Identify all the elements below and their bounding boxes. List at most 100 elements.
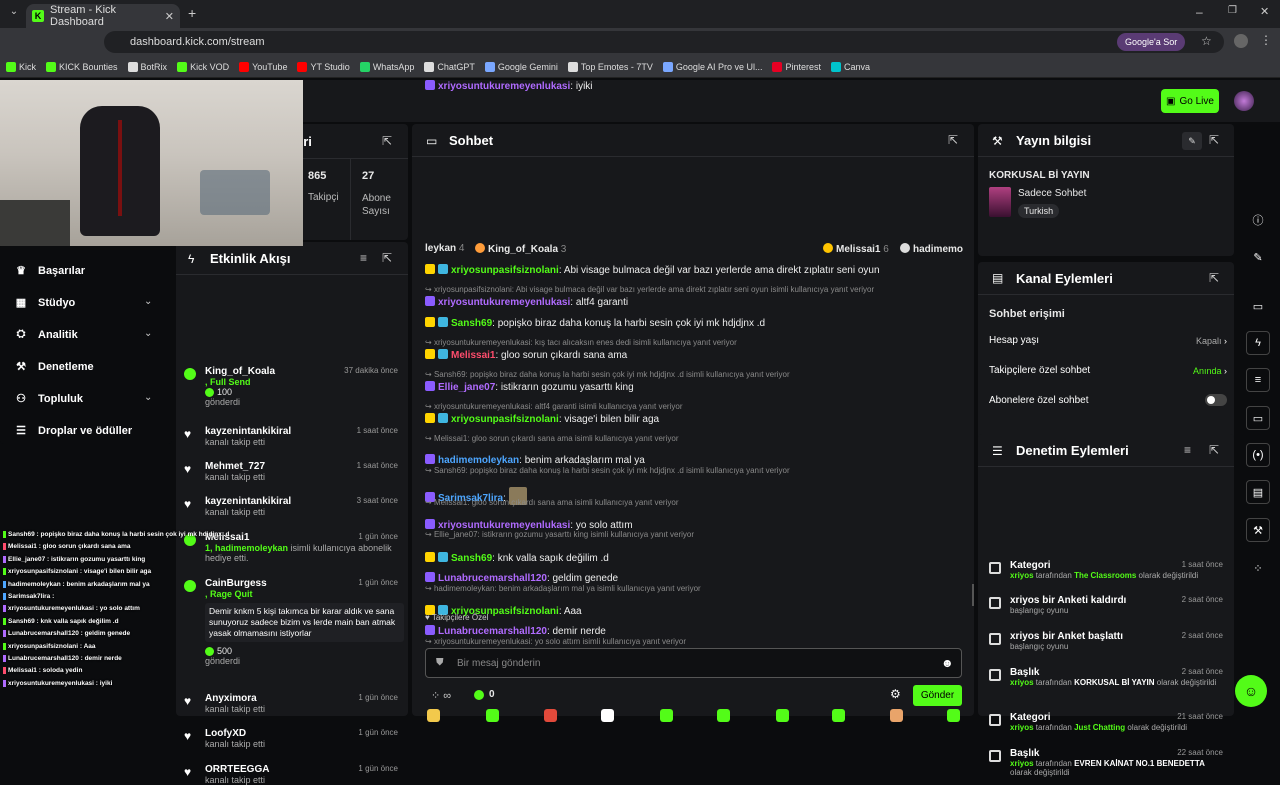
- go-live-button[interactable]: ▣ Go Live: [1161, 89, 1219, 113]
- bookmark-item[interactable]: Canva: [831, 61, 870, 72]
- wrench-icon[interactable]: ⚒: [1246, 518, 1270, 542]
- bookmark-item[interactable]: YT Studio: [297, 61, 350, 72]
- chat-input[interactable]: ⛊ Bir mesaj gönderin ☻: [425, 648, 962, 678]
- emote-icon[interactable]: [717, 709, 730, 722]
- chat-message[interactable]: xriyosuntukuremeyenlukasi: altf4 garanti: [425, 296, 960, 308]
- url-field[interactable]: dashboard.kick.com/stream: [104, 31, 1224, 53]
- profile-icon[interactable]: [1234, 34, 1248, 48]
- list-icon[interactable]: ≡: [1246, 368, 1270, 392]
- expand-icon[interactable]: ⇱: [1209, 271, 1219, 285]
- emote-icon[interactable]: [544, 709, 557, 722]
- expand-icon[interactable]: ⇱: [948, 133, 958, 147]
- chat-username[interactable]: Sansh69: [451, 553, 492, 564]
- chat-username[interactable]: Ellie_jane07: [438, 382, 495, 393]
- bookmark-star-icon[interactable]: ☆: [1201, 34, 1212, 48]
- filter-icon[interactable]: ≡: [1184, 443, 1191, 457]
- emote-icon[interactable]: [890, 709, 903, 722]
- toggle[interactable]: [1205, 394, 1227, 406]
- bookmark-item[interactable]: Google AI Pro ve Ul...: [662, 61, 762, 72]
- expand-icon[interactable]: ⇱: [1209, 133, 1219, 147]
- drops-icon[interactable]: ⁘: [1246, 556, 1270, 580]
- server-icon[interactable]: ▤: [1246, 480, 1270, 504]
- bookmark-item[interactable]: Top Emotes - 7TV: [567, 61, 653, 72]
- edit-icon[interactable]: ✎: [1182, 132, 1202, 150]
- chat-username[interactable]: Sansh69: [451, 318, 492, 329]
- bolt-icon[interactable]: ϟ: [1246, 331, 1270, 355]
- emote-icon[interactable]: [832, 709, 845, 722]
- chat-username[interactable]: xriyosuntukuremeyenlukasi: [438, 81, 570, 92]
- chat-message[interactable]: Lunabrucemarshall120: demir nerde: [425, 625, 960, 637]
- chat-message[interactable]: Lunabrucemarshall120: geldim genede: [425, 572, 960, 584]
- chevron-down-icon[interactable]: ⌄: [144, 296, 152, 307]
- bookmark-item[interactable]: Kick VOD: [177, 61, 229, 72]
- bookmark-item[interactable]: WhatsApp: [359, 61, 414, 72]
- media-icon[interactable]: ▭: [1246, 294, 1270, 318]
- chat-message[interactable]: xriyosuntukuremeyenlukasi: iyiki: [425, 80, 960, 92]
- top-chatter[interactable]: hadimemo: [900, 243, 963, 255]
- bookmark-item[interactable]: Kick: [6, 61, 36, 72]
- ask-google-button[interactable]: Google'a Sor: [1117, 33, 1186, 51]
- chevron-down-icon[interactable]: ⌄: [144, 392, 152, 403]
- sidebar-item[interactable]: ☰ Droplar ve ödüller: [14, 424, 132, 438]
- expand-icon[interactable]: ⇱: [382, 134, 392, 148]
- mod-user[interactable]: xriyos: [1010, 678, 1034, 687]
- edit-icon[interactable]: ✎: [1246, 245, 1270, 269]
- send-button[interactable]: Gönder: [913, 685, 962, 706]
- bookmark-item[interactable]: YouTube: [239, 61, 287, 72]
- emote-icon[interactable]: [427, 709, 440, 722]
- sidebar-item[interactable]: ⚇ Topluluk: [14, 392, 83, 406]
- emote-icon[interactable]: [947, 709, 960, 722]
- maximize-icon[interactable]: ❐: [1228, 5, 1237, 16]
- bookmark-item[interactable]: KICK Bounties: [46, 61, 118, 72]
- help-button[interactable]: ☺: [1235, 675, 1267, 707]
- chat-message[interactable]: xriyosunpasifsiznolani: Abi visage bulma…: [425, 264, 960, 276]
- emote-icon[interactable]: [601, 709, 614, 722]
- tab-close-icon[interactable]: ✕: [165, 10, 174, 23]
- chat-username[interactable]: Lunabrucemarshall120: [438, 573, 547, 584]
- chat-message[interactable]: xriyosunpasifsiznolani: Aaa: [425, 605, 960, 617]
- browser-tab[interactable]: K Stream - Kick Dashboard ✕: [26, 4, 180, 28]
- chevron-down-icon[interactable]: ⌄: [144, 328, 152, 339]
- scrollbar[interactable]: [972, 584, 974, 606]
- window-close-icon[interactable]: ✕: [1260, 5, 1269, 18]
- chat-username[interactable]: xriyosunpasifsiznolani: [451, 265, 559, 276]
- mod-user[interactable]: xriyos: [1010, 759, 1034, 768]
- emoji-icon[interactable]: ☻: [941, 656, 954, 670]
- chat-username[interactable]: Lunabrucemarshall120: [438, 626, 547, 637]
- chat-username[interactable]: Melissai1: [451, 350, 495, 361]
- account-age-row[interactable]: Hesap yaşı Kapalı ›: [989, 335, 1227, 346]
- bookmark-item[interactable]: BotRix: [127, 61, 167, 72]
- sidebar-item[interactable]: ⛭ Analitik: [14, 328, 78, 341]
- stream-icon[interactable]: (•): [1246, 443, 1270, 467]
- filter-icon[interactable]: ≡: [360, 251, 367, 265]
- emote-icon[interactable]: [486, 709, 499, 722]
- emote-icon[interactable]: [776, 709, 789, 722]
- chat-icon[interactable]: ▭: [1246, 406, 1270, 430]
- bookmark-item[interactable]: Pinterest: [772, 61, 821, 72]
- chat-username[interactable]: hadimemoleykan: [438, 455, 519, 466]
- emote-icon[interactable]: [660, 709, 673, 722]
- chat-message[interactable]: Melissai1: gloo sorun çıkardı sana ama: [425, 349, 960, 361]
- chat-username[interactable]: xriyosuntukuremeyenlukasi: [438, 297, 570, 308]
- mod-user[interactable]: xriyos: [1010, 723, 1034, 732]
- top-chatter[interactable]: King_of_Koala 3: [475, 243, 566, 255]
- bookmark-item[interactable]: Google Gemini: [484, 61, 558, 72]
- menu-kebab-icon[interactable]: ⋮: [1260, 33, 1272, 47]
- gear-icon[interactable]: ⚙: [890, 687, 901, 701]
- chat-message[interactable]: Sansh69: popişko biraz daha konuş la har…: [425, 317, 960, 329]
- sidebar-item[interactable]: ▦ Stüdyo: [14, 296, 75, 310]
- tab-list-icon[interactable]: ⌄: [6, 6, 22, 22]
- sidebar-item[interactable]: ♛ Başarılar: [14, 264, 85, 278]
- bookmark-item[interactable]: ChatGPT: [424, 61, 475, 72]
- chat-message[interactable]: hadimemoleykan: benim arkadaşlarım mal y…: [425, 454, 960, 466]
- minimize-icon[interactable]: –: [1196, 5, 1203, 19]
- new-tab-button[interactable]: +: [188, 5, 196, 21]
- chat-message[interactable]: xriyosunpasifsiznolani: visage'i bilen b…: [425, 413, 960, 425]
- followers-only-row[interactable]: Takipçilere özel sohbet Anında ›: [989, 365, 1227, 376]
- avatar[interactable]: [1234, 91, 1254, 111]
- chat-username[interactable]: xriyosunpasifsiznolani: [451, 414, 559, 425]
- sidebar-item[interactable]: ⚒ Denetleme: [14, 360, 94, 374]
- info-icon[interactable]: ⓘ: [1246, 208, 1270, 232]
- expand-icon[interactable]: ⇱: [1209, 443, 1219, 457]
- top-chatter[interactable]: leykan 4: [425, 243, 464, 254]
